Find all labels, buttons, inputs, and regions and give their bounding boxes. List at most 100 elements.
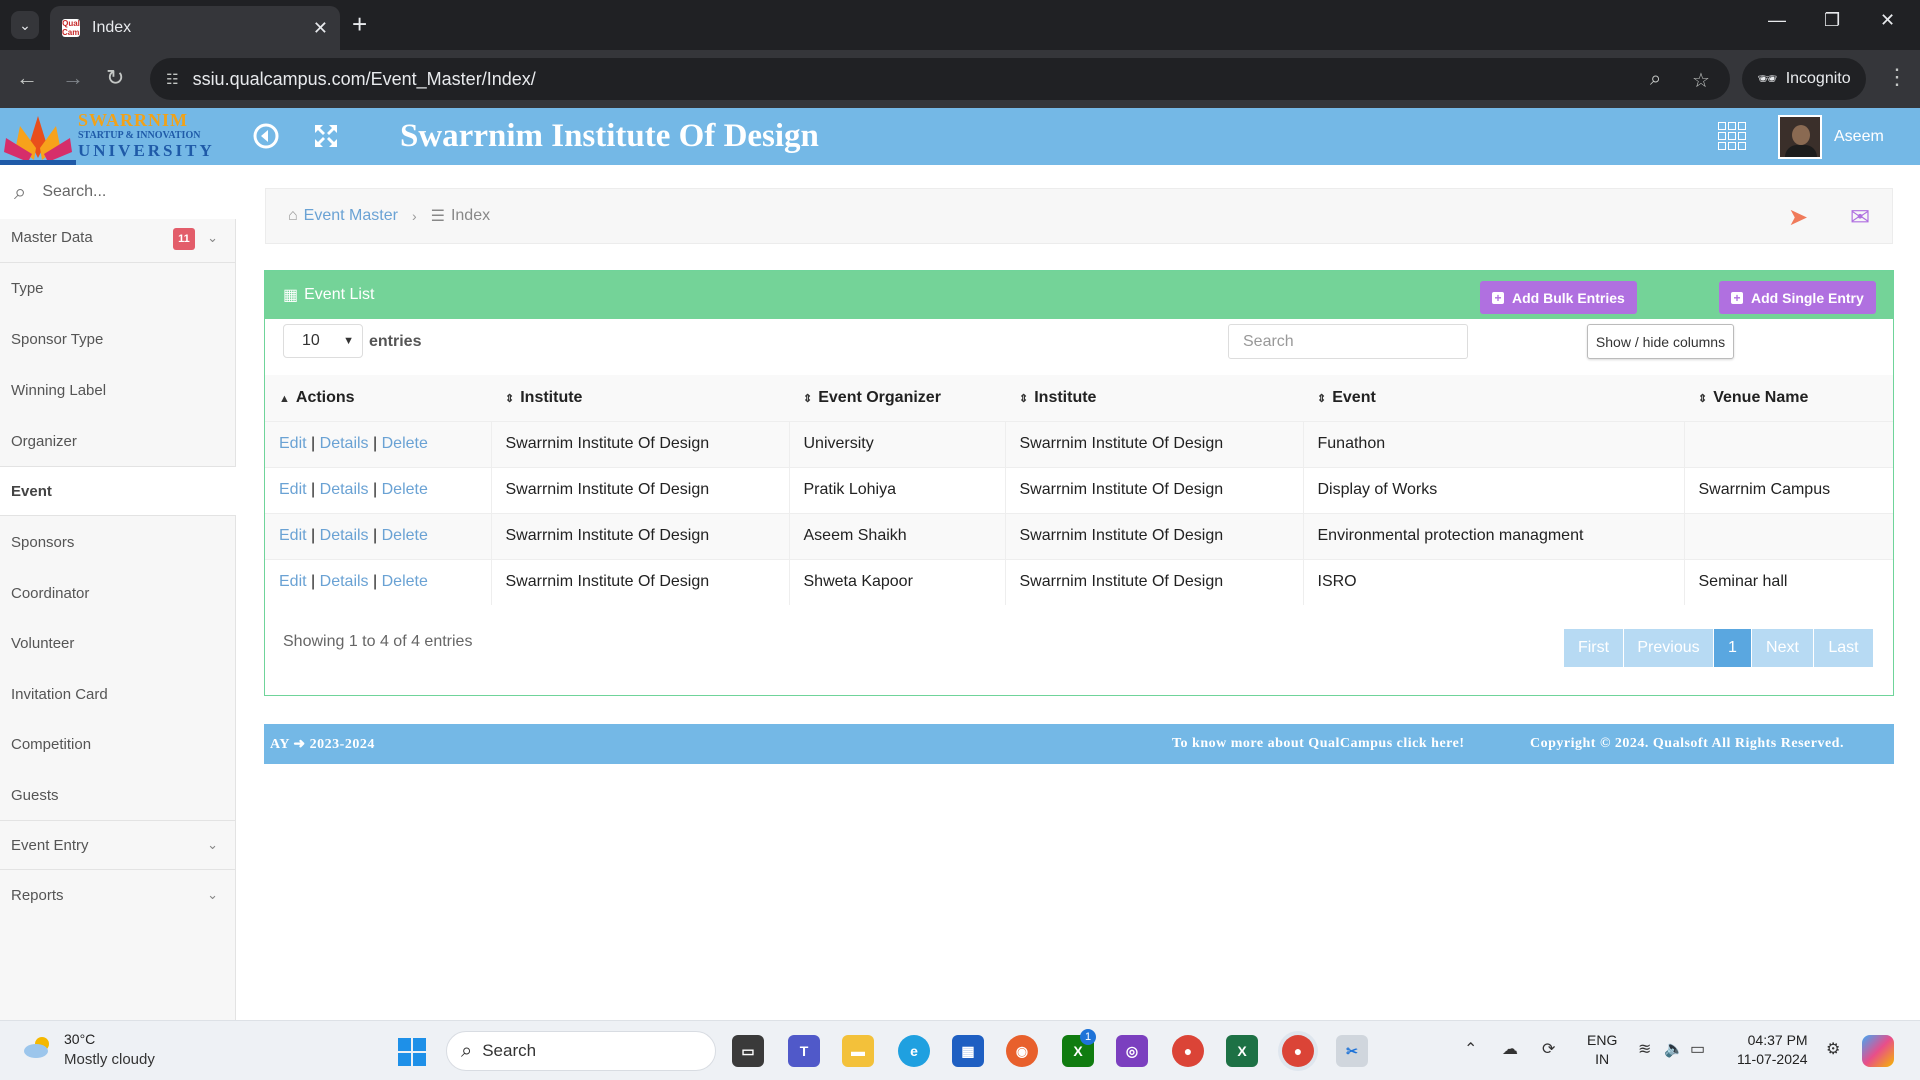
forward-icon[interactable]: → (62, 64, 84, 92)
new-tab-icon[interactable]: + (352, 10, 367, 38)
column-header-institute-2[interactable]: ⇕ Institute (1005, 375, 1303, 421)
pager-next-button[interactable]: Next (1752, 629, 1814, 667)
edit-link[interactable]: Edit (279, 481, 307, 498)
column-header-institute[interactable]: ⇕ Institute (491, 375, 789, 421)
sidebar-item-guests[interactable]: Guests (0, 770, 236, 820)
close-window-icon[interactable]: ✕ (1880, 10, 1895, 31)
teams-icon[interactable]: T (788, 1035, 820, 1067)
bookmark-star-icon[interactable]: ☆ (1692, 68, 1710, 93)
tab-search-chevron-icon[interactable]: ⌄ (11, 11, 39, 39)
sync-icon[interactable]: ⟳ (1542, 1039, 1555, 1059)
wifi-icon[interactable]: ≋ (1638, 1039, 1651, 1059)
back-circle-icon[interactable] (252, 122, 280, 155)
pager-page-1-button[interactable]: 1 (1714, 629, 1752, 667)
chrome-incognito-icon[interactable]: ● (1282, 1035, 1314, 1067)
avatar[interactable] (1778, 115, 1822, 159)
sidebar-item-winning-label[interactable]: Winning Label (0, 365, 236, 415)
delete-link[interactable]: Delete (382, 573, 428, 590)
pager-previous-button[interactable]: Previous (1624, 629, 1714, 667)
chrome-icon[interactable]: ● (1172, 1035, 1204, 1067)
row-actions: Edit | Details | Delete (265, 513, 492, 559)
university-logo[interactable]: SWARRNIM STARTUP & INNOVATION UNIVERSITY (0, 108, 212, 165)
clock[interactable]: 04:37 PM 11-07-2024 (1737, 1031, 1808, 1069)
sidebar-item-competition[interactable]: Competition (0, 719, 236, 769)
column-header-venue-name[interactable]: ⇕ Venue Name (1684, 375, 1893, 421)
sidebar-item-organizer[interactable]: Organizer (0, 416, 236, 466)
page-length-select[interactable]: 10 ▼ (283, 324, 363, 358)
delete-link[interactable]: Delete (382, 481, 428, 498)
windows-start-icon[interactable] (398, 1038, 426, 1066)
onedrive-icon[interactable]: ☁ (1502, 1039, 1518, 1059)
task-view-icon[interactable]: ▭ (732, 1035, 764, 1067)
store-icon[interactable]: ▦ (952, 1035, 984, 1067)
details-link[interactable]: Details (320, 435, 369, 452)
sidebar-item-volunteer[interactable]: Volunteer (0, 618, 236, 668)
sort-icon: ⇕ (505, 392, 515, 405)
site-info-icon[interactable]: ☷ (166, 71, 179, 88)
snipping-tool-icon[interactable]: ✂ (1336, 1035, 1368, 1067)
sidebar-item-type[interactable]: Type (0, 263, 236, 313)
excel-icon[interactable]: X (1226, 1035, 1258, 1067)
column-header-event-organizer[interactable]: ⇕ Event Organizer (789, 375, 1005, 421)
weather-temperature[interactable]: 30°C (64, 1031, 95, 1047)
pager-last-button[interactable]: Last (1814, 629, 1874, 667)
chevron-up-icon[interactable]: ⌃ (1464, 1039, 1477, 1059)
copilot-icon[interactable] (1862, 1035, 1894, 1067)
column-header-actions[interactable]: ▲ Actions (265, 375, 491, 421)
notification-bell-icon[interactable]: ⚙ (1826, 1039, 1840, 1059)
edit-link[interactable]: Edit (279, 573, 307, 590)
firefox-icon[interactable]: ◉ (1006, 1035, 1038, 1067)
file-explorer-icon[interactable]: ▬ (842, 1035, 874, 1067)
user-name[interactable]: Aseem (1834, 128, 1884, 146)
language-indicator[interactable]: ENG IN (1587, 1031, 1617, 1069)
sidebar-item-coordinator[interactable]: Coordinator (0, 568, 236, 618)
address-bar[interactable]: ☷ ssiu.qualcampus.com/Event_Master/Index… (150, 58, 1730, 100)
table-search-input[interactable]: Search (1228, 324, 1468, 359)
delete-link[interactable]: Delete (382, 527, 428, 544)
breadcrumb-parent[interactable]: ⌂ Event Master (288, 207, 398, 225)
back-icon[interactable]: ← (16, 64, 38, 92)
restore-icon[interactable]: ❐ (1824, 10, 1840, 31)
close-tab-icon[interactable]: ✕ (313, 18, 328, 39)
edge-icon[interactable]: e (898, 1035, 930, 1067)
fullscreen-icon[interactable] (312, 122, 340, 155)
minimize-icon[interactable]: — (1768, 10, 1786, 31)
details-link[interactable]: Details (320, 573, 369, 590)
sidebar-group-master-data[interactable]: Master Data ⌄ (0, 213, 236, 263)
volume-icon[interactable]: 🔈 (1664, 1039, 1684, 1059)
details-link[interactable]: Details (320, 481, 369, 498)
qualcampus-more-link[interactable]: To know more about QualCampus click here… (1172, 736, 1465, 752)
chevron-down-icon: ⌄ (207, 229, 218, 245)
sidebar-group-reports[interactable]: Reports ⌄ (0, 870, 236, 920)
edit-link[interactable]: Edit (279, 435, 307, 452)
plus-icon: + (1731, 291, 1743, 304)
purple-app-icon[interactable]: ◎ (1116, 1035, 1148, 1067)
apps-grid-icon[interactable] (1718, 122, 1746, 150)
sidebar-group-event-entry[interactable]: Event Entry ⌄ (0, 820, 236, 870)
sidebar-item-sponsors[interactable]: Sponsors (0, 517, 236, 567)
sidebar-search[interactable]: ⌕ Search... (0, 165, 236, 219)
browser-menu-icon[interactable]: ⋮ (1886, 64, 1908, 90)
delete-link[interactable]: Delete (382, 435, 428, 452)
add-single-entry-button[interactable]: + Add Single Entry (1719, 281, 1876, 314)
browser-tab[interactable]: Qual Campus Index ✕ (50, 6, 340, 50)
sidebar-item-event[interactable]: Event (0, 466, 236, 516)
reload-icon[interactable]: ↻ (106, 64, 124, 92)
incognito-indicator[interactable]: 🕶 Incognito (1742, 58, 1866, 100)
xbox-notification-badge: 1 (1080, 1029, 1096, 1045)
weather-description[interactable]: Mostly cloudy (64, 1051, 155, 1068)
add-bulk-entries-button[interactable]: + Add Bulk Entries (1480, 281, 1637, 314)
show-hide-columns-button[interactable]: Show / hide columns (1587, 324, 1734, 359)
taskbar-search[interactable]: ⌕ Search (446, 1031, 716, 1071)
battery-icon[interactable]: ▭ (1690, 1039, 1705, 1059)
paper-plane-icon[interactable]: ➤ (1788, 203, 1808, 232)
pager-first-button[interactable]: First (1564, 629, 1624, 667)
sidebar-item-invitation-card[interactable]: Invitation Card (0, 669, 236, 719)
zoom-icon[interactable]: ⌕ (1650, 68, 1661, 91)
edit-link[interactable]: Edit (279, 527, 307, 544)
cloud-sun-icon[interactable] (22, 1035, 54, 1059)
sidebar-item-sponsor-type[interactable]: Sponsor Type (0, 314, 236, 364)
envelope-icon[interactable]: ✉ (1850, 203, 1870, 232)
column-header-event[interactable]: ⇕ Event (1303, 375, 1684, 421)
details-link[interactable]: Details (320, 527, 369, 544)
